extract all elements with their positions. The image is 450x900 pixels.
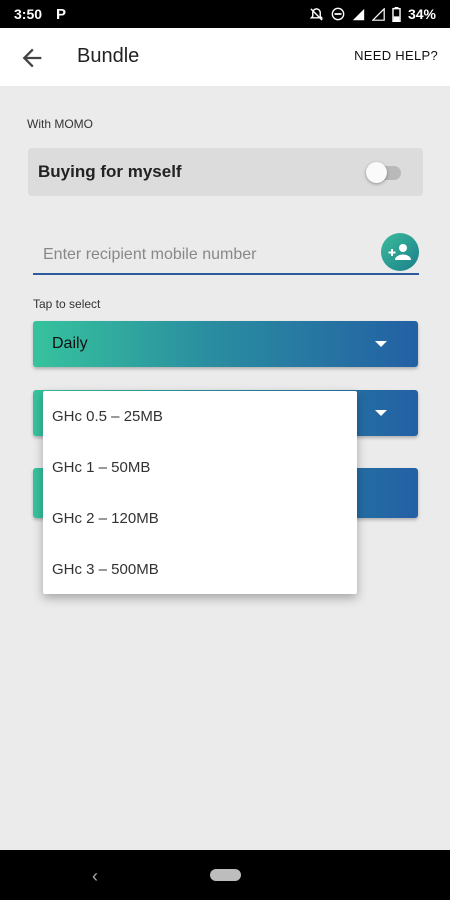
tap-to-select-label: Tap to select	[33, 297, 101, 311]
bundle-option[interactable]: GHc 3 – 500MB	[43, 544, 357, 595]
page-title: Bundle	[77, 45, 140, 67]
buying-for-myself-switch-thumb[interactable]	[366, 162, 387, 183]
recipient-number-input[interactable]: Enter recipient mobile number	[33, 243, 419, 275]
period-dropdown-value: Daily	[52, 335, 88, 352]
battery-percentage: 34%	[407, 6, 436, 22]
buying-for-myself-label: Buying for myself	[38, 162, 182, 181]
system-navigation-bar: ‹	[0, 850, 450, 900]
payment-method-label: With MOMO	[27, 117, 93, 131]
bundle-dropdown-caret-icon	[375, 410, 387, 416]
add-contact-button[interactable]	[381, 233, 419, 271]
do-not-disturb-icon	[331, 7, 345, 21]
need-help-button[interactable]: NEED HELP?	[354, 48, 438, 63]
add-person-icon	[388, 244, 411, 260]
signal-icon	[352, 8, 365, 20]
nav-home-pill[interactable]	[210, 869, 241, 881]
back-arrow-icon[interactable]	[18, 44, 46, 72]
status-time: 3:50	[14, 6, 43, 22]
status-bar: 3:50 P 34%	[0, 0, 450, 28]
period-dropdown-caret-icon	[375, 341, 387, 347]
nav-back-icon[interactable]: ‹	[92, 866, 98, 887]
parking-app-icon: P	[56, 5, 67, 23]
signal-secondary-icon	[371, 7, 385, 21]
battery-icon	[392, 6, 401, 22]
bundle-option[interactable]: GHc 1 – 50MB	[43, 442, 357, 493]
bundle-option[interactable]: GHc 2 – 120MB	[43, 493, 357, 544]
bundle-options-menu: GHc 0.5 – 25MB GHc 1 – 50MB GHc 2 – 120M…	[43, 391, 357, 594]
buying-for-myself-card[interactable]: Buying for myself	[28, 148, 423, 196]
notifications-off-icon	[309, 7, 324, 21]
bundle-option[interactable]: GHc 0.5 – 25MB	[43, 391, 357, 442]
period-dropdown[interactable]: Daily	[33, 321, 418, 367]
app-bar: Bundle NEED HELP?	[0, 28, 450, 86]
